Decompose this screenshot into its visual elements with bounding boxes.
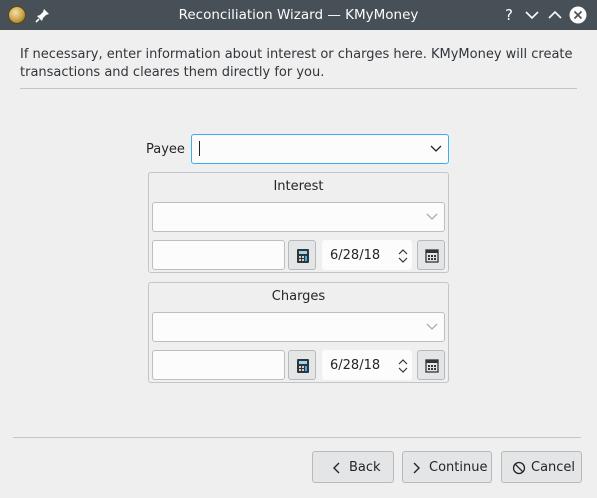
chevron-down-icon[interactable] xyxy=(430,144,442,154)
payee-label: Payee xyxy=(146,142,185,157)
header-separator xyxy=(20,88,577,89)
charges-date-value: 6/28/18 xyxy=(330,358,381,373)
calendar-icon xyxy=(425,359,439,373)
maximize-icon[interactable] xyxy=(546,6,564,24)
charges-calculator-button[interactable] xyxy=(288,350,316,380)
intro-text: If necessary, enter information about in… xyxy=(20,47,573,80)
back-button[interactable]: Back xyxy=(312,451,394,483)
interest-calculator-button[interactable] xyxy=(288,240,316,270)
interest-title: Interest xyxy=(273,179,324,194)
help-icon[interactable]: ? xyxy=(500,6,518,24)
charges-date-field[interactable]: 6/28/18 xyxy=(322,350,412,380)
continue-button-label: Continue xyxy=(429,460,488,475)
back-button-label: Back xyxy=(349,460,381,475)
cancel-button[interactable]: Cancel xyxy=(501,451,582,483)
spin-arrows-icon[interactable] xyxy=(397,246,409,266)
chevron-right-icon xyxy=(413,462,420,474)
svg-text:?: ? xyxy=(505,6,513,24)
spin-arrows-icon[interactable] xyxy=(397,356,409,376)
title-bar: Reconciliation Wizard — KMyMoney ? xyxy=(0,0,597,30)
interest-amount-field[interactable] xyxy=(152,240,285,270)
text-cursor xyxy=(199,141,200,156)
calculator-icon xyxy=(297,249,309,263)
interest-date-field[interactable]: 6/28/18 xyxy=(322,240,412,270)
chevron-left-icon xyxy=(333,462,340,474)
payee-combobox[interactable] xyxy=(191,134,449,164)
minimize-icon[interactable] xyxy=(523,6,541,24)
chevron-down-icon[interactable] xyxy=(426,212,438,222)
cancel-button-label: Cancel xyxy=(531,460,576,475)
charges-category-combobox[interactable] xyxy=(152,312,445,342)
charges-calendar-button[interactable] xyxy=(417,350,445,380)
chevron-down-icon[interactable] xyxy=(426,322,438,332)
charges-title: Charges xyxy=(271,289,326,304)
footer-separator xyxy=(13,437,581,438)
interest-calendar-button[interactable] xyxy=(417,240,445,270)
calendar-icon xyxy=(425,249,439,263)
charges-amount-field[interactable] xyxy=(152,350,285,380)
cancel-icon xyxy=(512,461,526,475)
close-icon[interactable] xyxy=(569,6,587,24)
interest-category-combobox[interactable] xyxy=(152,202,445,232)
calculator-icon xyxy=(297,359,309,373)
continue-button[interactable]: Continue xyxy=(402,451,492,483)
interest-date-value: 6/28/18 xyxy=(330,248,381,263)
